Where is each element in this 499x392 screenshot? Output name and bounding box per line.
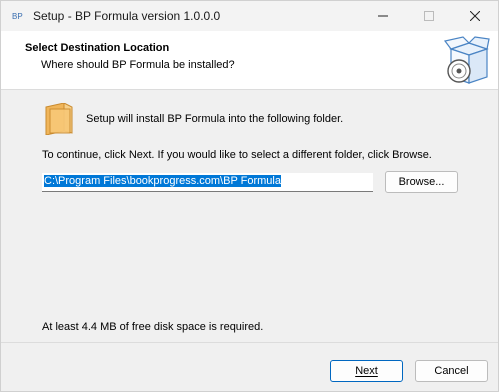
- title-bar[interactable]: BP Setup - BP Formula version 1.0.0.0: [1, 1, 498, 31]
- install-description: Setup will install BP Formula into the f…: [86, 113, 344, 125]
- svg-text:BP: BP: [12, 12, 23, 21]
- destination-path-input[interactable]: C:\Program Files\bookprogress.com\BP For…: [42, 173, 373, 192]
- disk-space-note: At least 4.4 MB of free disk space is re…: [42, 321, 264, 333]
- cancel-button[interactable]: Cancel: [415, 360, 488, 382]
- page-title: Select Destination Location: [25, 42, 170, 54]
- browse-button-label: Browse...: [398, 176, 445, 188]
- maximize-button[interactable]: [406, 1, 452, 31]
- bp-app-icon: BP: [11, 9, 25, 23]
- next-button-label: Next: [355, 365, 378, 377]
- next-button[interactable]: Next: [330, 360, 403, 382]
- setup-window: BP Setup - BP Formula version 1.0.0.0 Se…: [0, 0, 499, 392]
- wizard-header: Select Destination Location Where should…: [1, 31, 498, 90]
- footer-divider: [1, 342, 498, 343]
- installer-box-disc-icon: [443, 36, 490, 84]
- close-icon: [470, 11, 480, 21]
- folder-icon: [45, 103, 73, 135]
- minimize-button[interactable]: [360, 1, 406, 31]
- page-subtitle: Where should BP Formula be installed?: [41, 59, 235, 71]
- minimize-icon: [378, 15, 388, 17]
- browse-button[interactable]: Browse...: [385, 171, 458, 193]
- close-button[interactable]: [452, 1, 498, 31]
- window-title: Setup - BP Formula version 1.0.0.0: [33, 9, 221, 23]
- maximize-icon: [424, 11, 434, 21]
- continue-instructions: To continue, click Next. If you would li…: [42, 149, 432, 161]
- cancel-button-label: Cancel: [434, 365, 469, 377]
- destination-path-value: C:\Program Files\bookprogress.com\BP For…: [44, 175, 281, 187]
